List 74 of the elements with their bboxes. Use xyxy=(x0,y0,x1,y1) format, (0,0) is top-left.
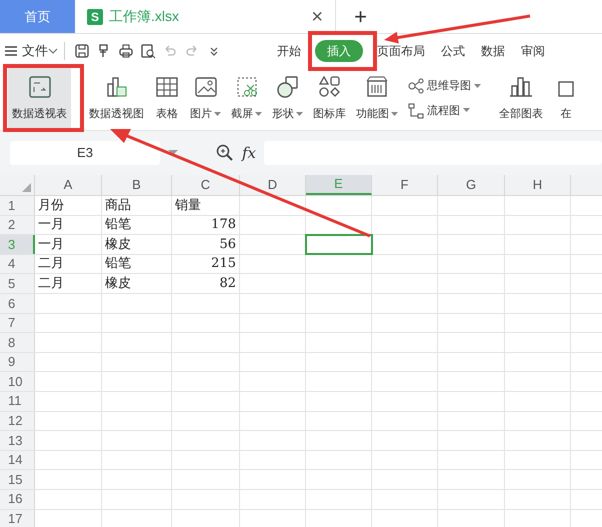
flowchart-icon xyxy=(408,102,424,119)
ribbon-button[interactable]: 图片 xyxy=(186,67,225,130)
ribbon-button[interactable]: 数据透视表 xyxy=(8,67,71,130)
ribbon-tab[interactable]: 数据 xyxy=(473,40,513,62)
row-header[interactable]: 8 xyxy=(0,333,35,352)
spreadsheet-badge: S xyxy=(87,8,103,24)
shapes-icon xyxy=(274,74,300,100)
table-cell: 56 xyxy=(172,235,240,254)
row-header[interactable]: 1 xyxy=(0,196,35,215)
ribbon-button[interactable]: 功能图 xyxy=(352,67,402,130)
row-header[interactable]: 12 xyxy=(0,412,35,430)
row-header[interactable]: 6 xyxy=(0,294,35,313)
name-box[interactable]: E3 xyxy=(10,141,160,165)
row-header[interactable]: 7 xyxy=(0,314,35,332)
column-header[interactable]: A xyxy=(35,175,102,195)
function-button[interactable]: fx xyxy=(242,142,256,164)
close-button[interactable]: × xyxy=(311,6,323,26)
ribbon-tab[interactable]: 审阅 xyxy=(513,40,553,62)
row-header[interactable]: 9 xyxy=(0,352,35,372)
ribbon-button[interactable]: 在 xyxy=(549,67,583,130)
table-cell: 82 xyxy=(172,274,240,293)
row-header[interactable]: 16 xyxy=(0,490,35,508)
table-cell: 215 xyxy=(172,254,240,274)
ribbon-button[interactable]: 表格 xyxy=(150,67,184,130)
column-header[interactable]: C xyxy=(172,175,240,195)
column-header[interactable]: F xyxy=(372,175,438,195)
ribbon-button[interactable]: 形状 xyxy=(268,67,307,130)
row-header[interactable]: 2 xyxy=(0,216,35,234)
table-cell: 178 xyxy=(172,216,240,234)
ribbon-tab[interactable]: 页面布局 xyxy=(369,40,433,62)
table-cell: 月份 xyxy=(35,196,102,215)
menu-icon xyxy=(4,44,18,56)
row-header[interactable]: 4 xyxy=(0,254,35,274)
caret-icon xyxy=(168,150,178,156)
row-header[interactable]: 15 xyxy=(0,470,35,489)
print-preview-icon[interactable] xyxy=(140,42,156,58)
ribbon-button[interactable]: 流程图 xyxy=(408,102,481,119)
row-header[interactable]: 10 xyxy=(0,372,35,391)
table-cell: 铅笔 xyxy=(102,254,172,274)
table-cell: 销量 xyxy=(172,196,240,215)
row-header[interactable]: 13 xyxy=(0,431,35,450)
table-cell: 一月 xyxy=(35,235,102,254)
table-cell: 一月 xyxy=(35,216,102,234)
table-cell: 二月 xyxy=(35,254,102,274)
highlight-frame xyxy=(308,31,377,71)
column-header[interactable]: H xyxy=(505,175,571,195)
row-header[interactable]: 14 xyxy=(0,450,35,470)
row-header[interactable]: 11 xyxy=(0,392,35,411)
select-all-icon xyxy=(22,183,31,192)
caret-icon xyxy=(48,48,58,54)
file-name: 工作簿.xlsx xyxy=(109,7,180,26)
table-cell: 二月 xyxy=(35,274,102,293)
ribbon-button[interactable]: 思维导图 xyxy=(408,78,481,94)
ribbon-button[interactable]: 截屏 xyxy=(227,67,266,130)
file-menu[interactable]: 文件 xyxy=(22,40,48,60)
mind-map-icon xyxy=(408,78,424,94)
row-header[interactable]: 5 xyxy=(0,274,35,293)
ribbon-button[interactable]: 图标库 xyxy=(309,67,350,130)
save-icon[interactable] xyxy=(74,42,90,58)
ribbon-tab[interactable]: 公式 xyxy=(433,40,473,62)
ribbon-button[interactable]: 全部图表 xyxy=(495,67,547,130)
zoom-icon xyxy=(216,144,234,162)
active-cell[interactable] xyxy=(306,235,372,254)
column-header[interactable]: B xyxy=(102,175,172,195)
ribbon-tab[interactable]: 开始 xyxy=(269,40,309,62)
row-header[interactable]: 17 xyxy=(0,510,35,527)
table-cell: 铅笔 xyxy=(102,216,172,234)
ribbon-button[interactable]: 数据透视图 xyxy=(85,67,148,130)
print-icon[interactable] xyxy=(118,42,134,58)
table-cell: 橡皮 xyxy=(102,235,172,254)
column-header[interactable]: G xyxy=(438,175,505,195)
table-cell: 商品 xyxy=(102,196,172,215)
table-cell: 橡皮 xyxy=(102,274,172,293)
pivot-table-icon xyxy=(26,74,52,100)
